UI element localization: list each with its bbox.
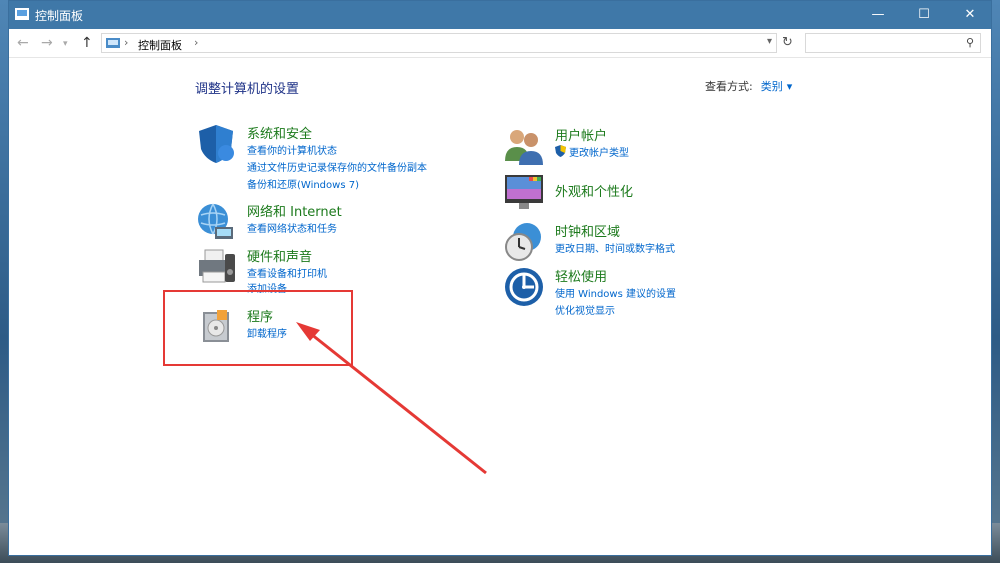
- category-system-security: 系统和安全 查看你的计算机状态 通过文件历史记录保存你的文件备份副本 备份和还原…: [195, 123, 475, 193]
- recent-locations-chevron-icon[interactable]: ▾: [63, 39, 68, 49]
- watermark-url: jingyan.baidu.com: [770, 518, 890, 533]
- printer-icon[interactable]: [195, 246, 237, 288]
- refresh-icon[interactable]: ↻: [782, 35, 793, 50]
- minimize-button[interactable]: —: [855, 1, 901, 29]
- category-title[interactable]: 用户帐户: [555, 125, 607, 144]
- breadcrumb-control-panel[interactable]: 控制面板: [138, 37, 182, 53]
- globe-network-icon[interactable]: [195, 201, 237, 243]
- category-link[interactable]: 使用 Windows 建议的设置: [555, 285, 676, 300]
- category-link[interactable]: 更改帐户类型: [569, 144, 629, 159]
- breadcrumb-chevron-icon[interactable]: ›: [194, 36, 198, 49]
- close-button[interactable]: ✕: [947, 1, 993, 29]
- category-link[interactable]: 更改日期、时间或数字格式: [555, 240, 675, 255]
- category-title[interactable]: 时钟和区域: [555, 221, 620, 240]
- maximize-button[interactable]: ☐: [901, 1, 947, 29]
- category-link[interactable]: 通过文件历史记录保存你的文件备份副本: [247, 159, 427, 174]
- category-title[interactable]: 外观和个性化: [555, 181, 633, 200]
- search-input[interactable]: ⚲: [805, 33, 981, 53]
- view-by-dropdown[interactable]: 类别: [761, 80, 783, 93]
- monitor-palette-icon[interactable]: [503, 171, 545, 213]
- category-link[interactable]: 查看网络状态和任务: [247, 220, 337, 235]
- category-title[interactable]: 轻松使用: [555, 266, 607, 285]
- highlight-box: [163, 290, 353, 366]
- control-panel-small-icon: [106, 38, 120, 48]
- up-arrow-icon[interactable]: ↑: [81, 35, 93, 51]
- clock-globe-icon[interactable]: [503, 221, 545, 263]
- page-heading: 调整计算机的设置: [195, 82, 300, 97]
- forward-arrow-icon[interactable]: →: [41, 35, 53, 51]
- category-link[interactable]: 查看设备和打印机: [247, 265, 327, 280]
- search-icon[interactable]: ⚲: [966, 36, 974, 49]
- uac-shield-icon: [555, 145, 566, 157]
- category-title[interactable]: 硬件和声音: [247, 246, 312, 265]
- ease-of-access-icon[interactable]: [503, 266, 545, 308]
- watermark-brand: Bai du 经验: [760, 478, 956, 513]
- category-title[interactable]: 系统和安全: [247, 123, 312, 142]
- view-by-label: 查看方式:: [705, 80, 753, 93]
- category-link[interactable]: 备份和还原(Windows 7): [247, 176, 359, 191]
- category-hardware-sound: 硬件和声音 查看设备和打印机 添加设备: [195, 246, 475, 295]
- breadcrumb-separator-icon: ›: [124, 36, 129, 49]
- back-arrow-icon[interactable]: ←: [17, 35, 29, 51]
- category-appearance-personalization: 外观和个性化: [503, 171, 763, 213]
- baidu-watermark: Bai du 经验 jingyan.baidu.com: [760, 470, 960, 540]
- category-user-accounts: 用户帐户 更改帐户类型: [503, 125, 763, 165]
- users-icon[interactable]: [503, 125, 545, 167]
- title-bar[interactable]: 控制面板 — ☐ ✕: [9, 1, 991, 29]
- control-panel-icon: [15, 8, 29, 20]
- address-bar[interactable]: › 控制面板 › ▾: [101, 33, 777, 53]
- view-by-chevron-icon[interactable]: ▾: [787, 80, 793, 93]
- category-link[interactable]: 优化视觉显示: [555, 302, 615, 317]
- category-ease-of-access: 轻松使用 使用 Windows 建议的设置 优化视觉显示: [503, 266, 763, 317]
- view-by: 查看方式: 类别 ▾: [705, 78, 792, 94]
- window-title: 控制面板: [35, 9, 84, 23]
- category-clock-region: 时钟和区域 更改日期、时间或数字格式: [503, 221, 763, 261]
- category-link[interactable]: 查看你的计算机状态: [247, 142, 337, 157]
- category-title[interactable]: 网络和 Internet: [247, 201, 342, 220]
- address-toolbar: ← → ▾ ↑ › 控制面板 › ▾ ↻ ⚲: [9, 29, 991, 58]
- address-dropdown-icon[interactable]: ▾: [767, 36, 772, 47]
- shield-icon[interactable]: [195, 123, 237, 165]
- category-network-internet: 网络和 Internet 查看网络状态和任务: [195, 201, 475, 241]
